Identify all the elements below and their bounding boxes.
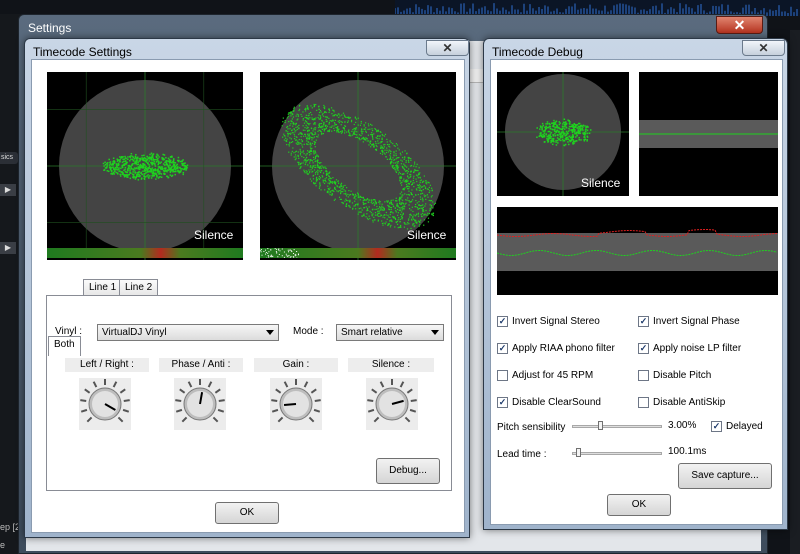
checkbox-label: Invert Signal Stereo [512,316,600,327]
knob-gain[interactable] [268,376,324,432]
check-icon [497,370,508,381]
scope-left: Silence [47,72,243,260]
debug-scope: Silence [497,72,629,196]
meter-right [260,248,456,258]
debug-ok-button[interactable]: OK [607,494,671,516]
knob-label-left-right: Left / Right : [65,358,149,372]
delayed-checkbox[interactable]: ✓ Delayed [711,421,763,432]
pitch-value: 3.00% [668,420,697,431]
knob-left-right[interactable] [77,376,133,432]
checkbox-label: Invert Signal Phase [653,316,740,327]
check-icon: ✓ [497,397,508,408]
check-icon [638,370,649,381]
checkbox-label: Disable AntiSkip [653,397,726,408]
lead-label: Lead time : [497,449,547,460]
pitch-slider[interactable] [572,425,662,428]
right-strip [790,30,800,554]
checkbox-invert-signal-stereo[interactable]: ✓ Invert Signal Stereo [497,316,600,327]
meter-left [47,248,243,258]
check-icon: ✓ [711,421,722,432]
check-icon [638,397,649,408]
chevron-down-icon [266,330,274,335]
tab-panel-both: Vinyl : VirtualDJ Vinyl Mode : Smart rel… [46,295,452,491]
tab-both[interactable]: Both [48,336,81,356]
play-icon[interactable]: ▶ [0,184,16,196]
check-icon: ✓ [497,316,508,327]
settings-close-button[interactable]: ✕ [716,16,763,34]
lead-value: 100.1ms [668,446,707,457]
debug-close-button[interactable]: ✕ [742,40,785,56]
lead-slider[interactable] [572,452,662,455]
pitch-slider-thumb[interactable] [598,421,604,430]
scope-right-label: Silence [407,228,447,242]
close-button[interactable]: ✕ [426,40,469,56]
chevron-down-icon [431,330,439,335]
knob-phase[interactable] [172,376,228,432]
checkbox-label: Apply RIAA phono filter [512,343,615,354]
checkbox-invert-signal-phase[interactable]: ✓ Invert Signal Phase [638,316,740,327]
checkbox-label: Apply noise LP filter [653,343,742,354]
scope-right: Silence [260,72,456,260]
check-icon: ✓ [497,343,508,354]
play-icon[interactable]: ▶ [0,242,16,254]
scope-left-label: Silence [194,228,234,242]
debug-scope-label: Silence [581,176,621,190]
checkbox-adjust-for-45-rpm[interactable]: Adjust for 45 RPM [497,370,593,381]
knob-label-silence: Silence : [348,358,434,372]
vinyl-value: VirtualDJ Vinyl [102,327,167,338]
delayed-label: Delayed [726,421,763,432]
tab-line-2[interactable]: Line 2 [119,279,159,296]
checkbox-disable-pitch[interactable]: Disable Pitch [638,370,711,381]
knob-silence[interactable] [364,376,420,432]
debug-button[interactable]: Debug... [376,458,440,484]
mode-value: Smart relative [341,327,403,338]
knob-label-gain: Gain : [254,358,338,372]
pitch-label: Pitch sensibility [497,422,566,433]
check-icon: ✓ [638,316,649,327]
waveform-monitor [497,207,778,295]
left-text-2: e [0,540,6,550]
checkbox-disable-clearsound[interactable]: ✓ Disable ClearSound [497,397,601,408]
checkbox-disable-antiskip[interactable]: Disable AntiSkip [638,397,725,408]
signal-monitor [639,72,778,196]
checkbox-apply-riaa-phono-filter[interactable]: ✓ Apply RIAA phono filter [497,343,615,354]
tab-line-1[interactable]: Line 1 [83,279,123,296]
mode-label: Mode : [293,326,324,337]
knob-label-phase: Phase / Anti : [159,358,243,372]
debug-dialog-title: Timecode Debug [492,45,583,59]
ok-button[interactable]: OK [215,502,279,524]
checkbox-apply-noise-lp-filter[interactable]: ✓ Apply noise LP filter [638,343,741,354]
left-tab[interactable]: sics [0,152,18,164]
dialog-title: Timecode Settings [33,45,132,59]
checkbox-label: Disable Pitch [653,370,712,381]
lead-slider-thumb[interactable] [576,448,582,457]
settings-title: Settings [28,21,72,35]
check-icon: ✓ [638,343,649,354]
checkbox-label: Adjust for 45 RPM [512,370,594,381]
save-capture-button[interactable]: Save capture... [678,463,772,489]
vinyl-select[interactable]: VirtualDJ Vinyl [97,324,279,341]
checkbox-label: Disable ClearSound [512,397,601,408]
mode-select[interactable]: Smart relative [336,324,444,341]
